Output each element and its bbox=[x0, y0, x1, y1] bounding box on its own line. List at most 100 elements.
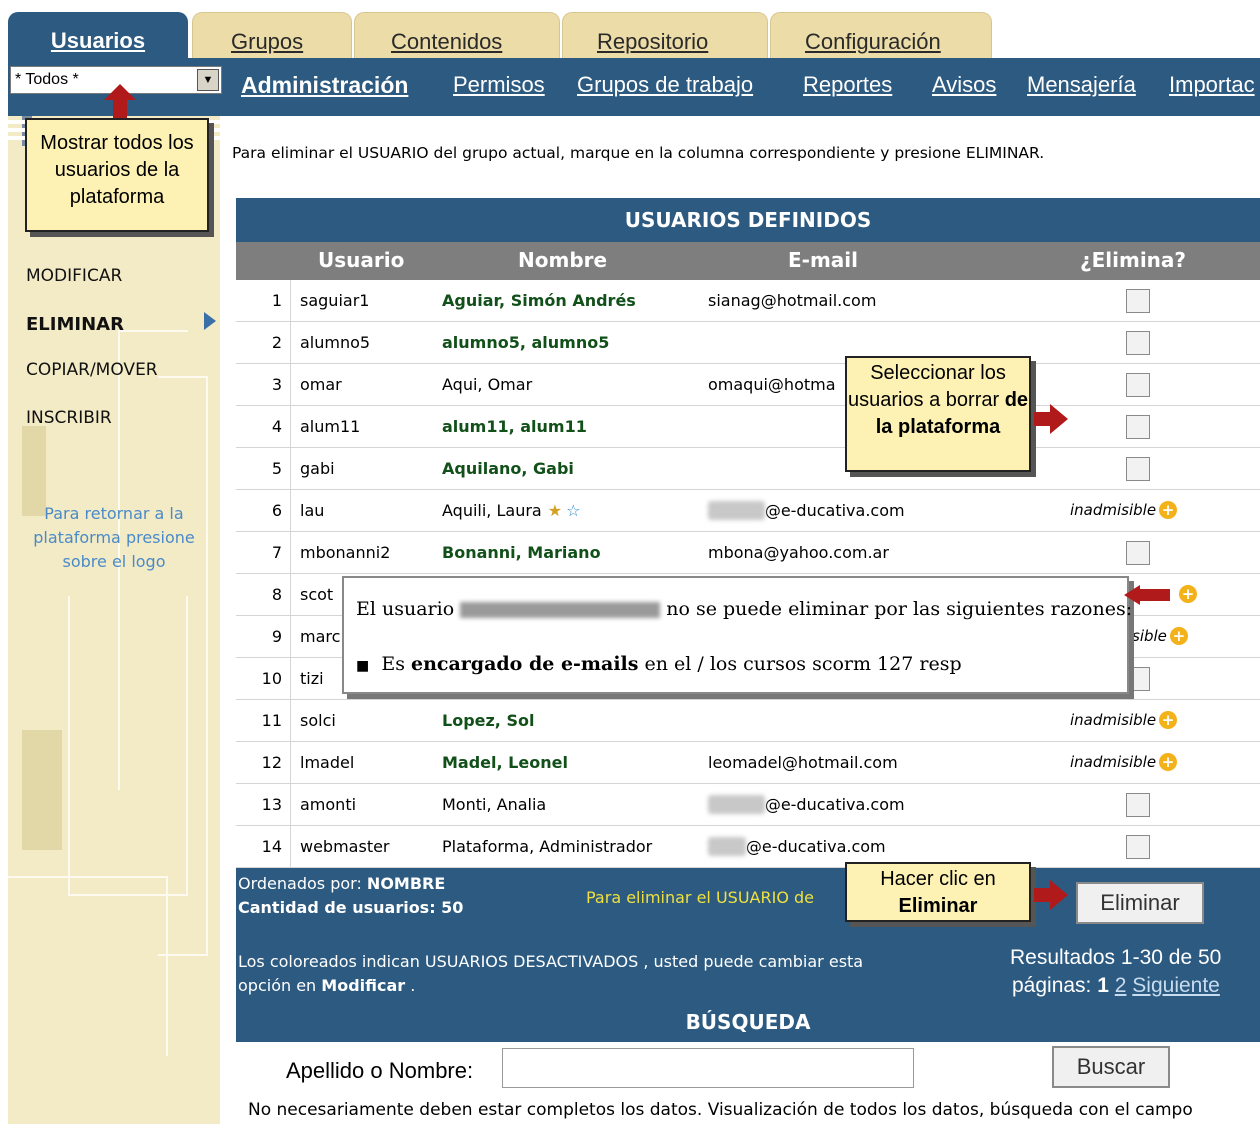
row-number: 8 bbox=[271, 585, 282, 604]
buscar-button[interactable]: Buscar bbox=[1052, 1046, 1170, 1088]
row-number: 9 bbox=[271, 627, 282, 646]
dropdown-arrow-icon[interactable]: ▼ bbox=[197, 69, 219, 91]
pages-label: páginas: bbox=[1012, 974, 1098, 997]
red-arrow-icon bbox=[1140, 589, 1170, 601]
delete-checkbox[interactable] bbox=[1126, 835, 1150, 859]
callout-mostrar-todos: Mostrar todos los usuarios de la platafo… bbox=[25, 118, 209, 232]
row-username: webmaster bbox=[300, 837, 390, 856]
sidebar-item-modificar[interactable]: MODIFICAR bbox=[26, 266, 122, 286]
delete-checkbox[interactable] bbox=[1126, 331, 1150, 355]
row-number: 3 bbox=[271, 375, 282, 394]
inadmisible-status: + bbox=[1176, 585, 1197, 603]
tab-repositorio[interactable]: Repositorio bbox=[562, 12, 768, 58]
search-input[interactable] bbox=[502, 1048, 914, 1088]
delete-checkbox[interactable] bbox=[1126, 541, 1150, 565]
search-title: BÚSQUEDA bbox=[236, 1004, 1260, 1042]
tab-contenidos[interactable]: Contenidos bbox=[354, 12, 560, 58]
callout-hacer-clic: Hacer clic en Eliminar bbox=[845, 862, 1031, 922]
row-number: 11 bbox=[261, 711, 282, 730]
red-arrowhead-icon bbox=[1050, 404, 1068, 434]
sub-navigation: * Todos * ▼ Administración Permisos Grup… bbox=[8, 58, 1260, 116]
row-username: lau bbox=[300, 501, 325, 520]
nav-importacion[interactable]: Importac bbox=[1169, 72, 1255, 98]
row-email: leomadel@hotmail.com bbox=[708, 753, 898, 772]
column-header-usuario: Usuario bbox=[318, 248, 405, 272]
tooltip-line-1: El usuario no se puede eliminar por las … bbox=[356, 598, 1132, 620]
plus-info-icon[interactable]: + bbox=[1159, 711, 1178, 729]
pagination: páginas: 1 2 Siguiente bbox=[1012, 974, 1220, 998]
sidebar-item-eliminar[interactable]: ELIMINAR bbox=[26, 314, 124, 335]
row-name: Lopez, Sol bbox=[442, 711, 535, 730]
table-row: 11 solci Lopez, Sol inadmisible + bbox=[236, 700, 1260, 742]
sidebar-decoration bbox=[8, 876, 168, 1056]
bullet-icon: ■ bbox=[356, 658, 370, 674]
row-name: Plataforma, Administrador bbox=[442, 837, 653, 856]
callout-clic-text: Hacer clic en bbox=[880, 868, 996, 890]
nav-mensajeria[interactable]: Mensajería bbox=[1027, 72, 1136, 98]
delete-note: Para eliminar el USUARIO de bbox=[586, 888, 814, 907]
user-group-select-value: * Todos * bbox=[15, 71, 79, 88]
inadmisible-label: inadmisible bbox=[1070, 501, 1157, 519]
sidebar-decoration bbox=[68, 596, 188, 896]
table-row: 7 mbonanni2 Bonanni, Mariano mbona@yahoo… bbox=[236, 532, 1260, 574]
colored-note-end: . bbox=[405, 976, 416, 995]
tab-grupos[interactable]: Grupos bbox=[192, 12, 352, 58]
table-row: 12 lmadel Madel, Leonel leomadel@hotmail… bbox=[236, 742, 1260, 784]
inadmisible-label: sible bbox=[1132, 627, 1167, 645]
search-label: Apellido o Nombre: bbox=[286, 1058, 474, 1083]
inadmisible-status: sible + bbox=[1132, 627, 1188, 645]
delete-checkbox[interactable] bbox=[1126, 457, 1150, 481]
red-arrowhead-icon bbox=[1050, 880, 1068, 910]
eliminar-button[interactable]: Eliminar bbox=[1076, 882, 1204, 924]
sidebar-item-copiar-mover[interactable]: COPIAR/MOVER bbox=[26, 360, 158, 380]
tab-usuarios[interactable]: Usuarios bbox=[8, 12, 188, 58]
inadmisible-label: inadmisible bbox=[1070, 753, 1157, 771]
delete-checkbox[interactable] bbox=[1126, 415, 1150, 439]
delete-checkbox[interactable] bbox=[1126, 289, 1150, 313]
delete-checkbox[interactable] bbox=[1126, 793, 1150, 817]
inadmisible-status: inadmisible + bbox=[1070, 753, 1178, 771]
redacted-text: xxxxxx bbox=[708, 795, 765, 814]
tooltip-bold: encargado de e-mails bbox=[411, 653, 639, 675]
nav-avisos[interactable]: Avisos bbox=[932, 72, 996, 98]
row-name: alum11, alum11 bbox=[442, 417, 587, 436]
table-row: 3 omar Aqui, Omar omaqui@hotma bbox=[236, 364, 1260, 406]
table-row: 1 saguiar1 Aguiar, Simón Andrés sianag@h… bbox=[236, 280, 1260, 322]
row-name: alumno5, alumno5 bbox=[442, 333, 610, 352]
row-email: omaqui@hotma bbox=[708, 375, 836, 394]
nav-administracion[interactable]: Administración bbox=[241, 72, 408, 99]
row-number: 7 bbox=[271, 543, 282, 562]
return-hint: Para retornar a la plataforma presione s… bbox=[33, 504, 195, 571]
plus-info-icon[interactable]: + bbox=[1169, 627, 1188, 645]
delete-checkbox[interactable] bbox=[1126, 373, 1150, 397]
nav-reportes[interactable]: Reportes bbox=[803, 72, 892, 98]
star-filled-icon: ★ bbox=[547, 501, 563, 520]
row-email: @e-ducativa.com bbox=[764, 501, 905, 520]
delete-checkbox[interactable] bbox=[1126, 667, 1150, 691]
page-2-link[interactable]: 2 bbox=[1115, 974, 1127, 997]
row-number: 6 bbox=[271, 501, 282, 520]
table-footer: Ordenados por: NOMBRE Cantidad de usuari… bbox=[236, 868, 1260, 1026]
tab-configuracion[interactable]: Configuración bbox=[770, 12, 992, 58]
sort-value: NOMBRE bbox=[366, 874, 446, 893]
nav-permisos[interactable]: Permisos bbox=[453, 72, 545, 98]
row-number: 12 bbox=[261, 753, 282, 772]
nav-grupos-de-trabajo[interactable]: Grupos de trabajo bbox=[577, 72, 753, 98]
column-header-email: E-mail bbox=[788, 248, 859, 272]
inadmisible-status: inadmisible + bbox=[1070, 711, 1178, 729]
row-email: mbona@yahoo.com.ar bbox=[708, 543, 889, 562]
modificar-link[interactable]: Modificar bbox=[321, 976, 405, 995]
row-number: 1 bbox=[271, 291, 282, 310]
row-email: sianag@hotmail.com bbox=[708, 291, 877, 310]
table-row: 13 amonti Monti, Analia xxxxxx@e-ducativ… bbox=[236, 784, 1260, 826]
plus-info-icon[interactable]: + bbox=[1159, 753, 1178, 771]
plus-info-icon[interactable]: + bbox=[1179, 585, 1197, 603]
row-username: solci bbox=[300, 711, 336, 730]
sidebar-item-inscribir[interactable]: INSCRIBIR bbox=[26, 408, 112, 428]
colored-note-line2: opción en Modificar . bbox=[238, 976, 415, 995]
next-page-link[interactable]: Siguiente bbox=[1132, 974, 1220, 997]
table-row: 2 alumno5 alumno5, alumno5 bbox=[236, 322, 1260, 364]
table-header: Usuario Nombre E-mail ¿Elimina? bbox=[236, 242, 1260, 280]
plus-info-icon[interactable]: + bbox=[1159, 501, 1178, 519]
row-username: saguiar1 bbox=[300, 291, 370, 310]
